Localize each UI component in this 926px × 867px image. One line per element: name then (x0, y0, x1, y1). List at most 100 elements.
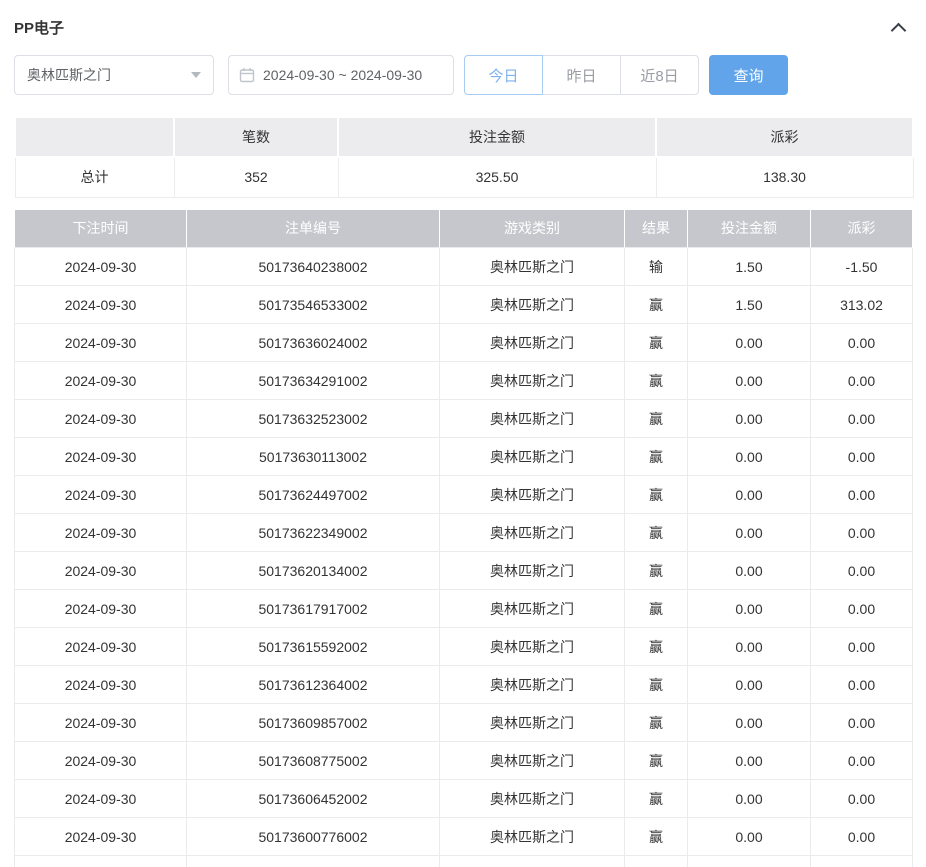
cell-bet-amount: 1.50 (688, 248, 811, 286)
section-titlebar: PP电子 (14, 0, 912, 51)
cell-order-no (187, 856, 440, 867)
table-row: 2024-09-30 50173632523002 奥林匹斯之门 赢 0.00 … (15, 400, 913, 438)
cell-game-type: 奥林匹斯之门 (440, 286, 625, 324)
quick-btn-last8days[interactable]: 近8日 (620, 55, 699, 95)
cell-order-no: 50173632523002 (187, 400, 440, 438)
cell-game-type: 奥林匹斯之门 (440, 590, 625, 628)
cell-bet-amount: 0.00 (688, 666, 811, 704)
table-row: 2024-09-30 50173609857002 奥林匹斯之门 赢 0.00 … (15, 704, 913, 742)
search-button[interactable]: 查询 (709, 55, 788, 95)
cell-game-type: 奥林匹斯之门 (440, 476, 625, 514)
cell-payout: 0.00 (811, 476, 913, 514)
cell-bet-time: 2024-09-30 (15, 400, 187, 438)
cell-order-no: 50173609857002 (187, 704, 440, 742)
cell-bet-amount: 0.00 (688, 628, 811, 666)
cell-result: 赢 (625, 400, 688, 438)
cell-payout: 0.00 (811, 590, 913, 628)
table-row: 2024-09-30 50173612364002 奥林匹斯之门 赢 0.00 … (15, 666, 913, 704)
cell-result: 赢 (625, 286, 688, 324)
quick-btn-today[interactable]: 今日 (464, 55, 543, 95)
cell-bet-time: 2024-09-30 (15, 476, 187, 514)
table-row: 2024-09-30 50173640238002 奥林匹斯之门 输 1.50 … (15, 248, 913, 286)
cell-result: 赢 (625, 362, 688, 400)
cell-game-type: 奥林匹斯之门 (440, 400, 625, 438)
quick-date-button-group: 今日 昨日 近8日 (464, 55, 699, 95)
table-row: 2024-09-30 50173634291002 奥林匹斯之门 赢 0.00 … (15, 362, 913, 400)
cell-bet-amount: 1.50 (688, 286, 811, 324)
cell-payout: 0.00 (811, 324, 913, 362)
cell-result: 赢 (625, 514, 688, 552)
cell-order-no: 50173636024002 (187, 324, 440, 362)
table-row: 2024-09-30 50173600776002 奥林匹斯之门 赢 0.00 … (15, 818, 913, 856)
cell-order-no: 50173546533002 (187, 286, 440, 324)
cell-payout: 313.02 (811, 286, 913, 324)
cell-bet-amount: 0.00 (688, 362, 811, 400)
game-select[interactable]: 奥林匹斯之门 (14, 55, 214, 95)
summary-total-row: 总计 352 325.50 138.30 (15, 157, 913, 197)
cell-order-no: 50173612364002 (187, 666, 440, 704)
cell-order-no: 50173606452002 (187, 780, 440, 818)
col-header-bet-time: 下注时间 (15, 210, 187, 248)
summary-total-count: 352 (174, 157, 338, 197)
cell-order-no: 50173620134002 (187, 552, 440, 590)
summary-header-empty (15, 117, 174, 157)
cell-game-type: 奥林匹斯之门 (440, 514, 625, 552)
col-header-order-no: 注单编号 (187, 210, 440, 248)
table-row: 2024-09-30 50173622349002 奥林匹斯之门 赢 0.00 … (15, 514, 913, 552)
filter-bar: 奥林匹斯之门 2024-09-30 ~ 2024-09-30 今日 昨日 近8日… (14, 55, 912, 95)
cell-game-type (440, 856, 625, 867)
cell-result: 赢 (625, 552, 688, 590)
cell-result (625, 856, 688, 867)
cell-bet-amount (688, 856, 811, 867)
summary-header-count: 笔数 (174, 117, 338, 157)
cell-game-type: 奥林匹斯之门 (440, 780, 625, 818)
table-row: 2024-09-30 50173624497002 奥林匹斯之门 赢 0.00 … (15, 476, 913, 514)
calendar-icon (239, 67, 255, 83)
summary-header-bet: 投注金额 (338, 117, 656, 157)
summary-total-payout: 138.30 (656, 157, 913, 197)
cell-payout: -1.50 (811, 248, 913, 286)
summary-total-label: 总计 (15, 157, 174, 197)
cell-game-type: 奥林匹斯之门 (440, 704, 625, 742)
cell-bet-amount: 0.00 (688, 742, 811, 780)
page-title: PP电子 (14, 17, 64, 38)
cell-result: 赢 (625, 590, 688, 628)
bet-table-header-row: 下注时间 注单编号 游戏类别 结果 投注金额 派彩 (15, 210, 913, 248)
cell-order-no: 50173624497002 (187, 476, 440, 514)
cell-bet-amount: 0.00 (688, 324, 811, 362)
cell-bet-time: 2024-09-30 (15, 780, 187, 818)
cell-payout: 0.00 (811, 818, 913, 856)
cell-bet-time: 2024-09-30 (15, 248, 187, 286)
table-row: 2024-09-30 50173620134002 奥林匹斯之门 赢 0.00 … (15, 552, 913, 590)
cell-bet-amount: 0.00 (688, 780, 811, 818)
cell-order-no: 50173630113002 (187, 438, 440, 476)
cell-game-type: 奥林匹斯之门 (440, 248, 625, 286)
summary-header-row: 笔数 投注金额 派彩 (15, 117, 913, 157)
cell-order-no: 50173608775002 (187, 742, 440, 780)
cell-game-type: 奥林匹斯之门 (440, 628, 625, 666)
summary-header-payout: 派彩 (656, 117, 913, 157)
cell-bet-amount: 0.00 (688, 438, 811, 476)
cell-bet-amount: 0.00 (688, 400, 811, 438)
cell-bet-time: 2024-09-30 (15, 324, 187, 362)
cell-game-type: 奥林匹斯之门 (440, 742, 625, 780)
cell-result: 赢 (625, 476, 688, 514)
cell-payout: 0.00 (811, 666, 913, 704)
cell-game-type: 奥林匹斯之门 (440, 818, 625, 856)
quick-btn-yesterday[interactable]: 昨日 (542, 55, 621, 95)
cell-result: 赢 (625, 628, 688, 666)
cell-order-no: 50173615592002 (187, 628, 440, 666)
col-header-game-type: 游戏类别 (440, 210, 625, 248)
table-row (15, 856, 913, 867)
cell-payout: 0.00 (811, 780, 913, 818)
cell-bet-time: 2024-09-30 (15, 742, 187, 780)
cell-bet-time: 2024-09-30 (15, 514, 187, 552)
cell-bet-time (15, 856, 187, 867)
date-range-input[interactable]: 2024-09-30 ~ 2024-09-30 (228, 55, 454, 95)
page-container: PP电子 奥林匹斯之门 2024-09-30 ~ 2024-09-30 今日 昨… (0, 0, 926, 867)
cell-result: 赢 (625, 704, 688, 742)
cell-payout: 0.00 (811, 400, 913, 438)
cell-result: 赢 (625, 438, 688, 476)
cell-game-type: 奥林匹斯之门 (440, 552, 625, 590)
collapse-chevron-up-icon[interactable] (891, 23, 907, 39)
